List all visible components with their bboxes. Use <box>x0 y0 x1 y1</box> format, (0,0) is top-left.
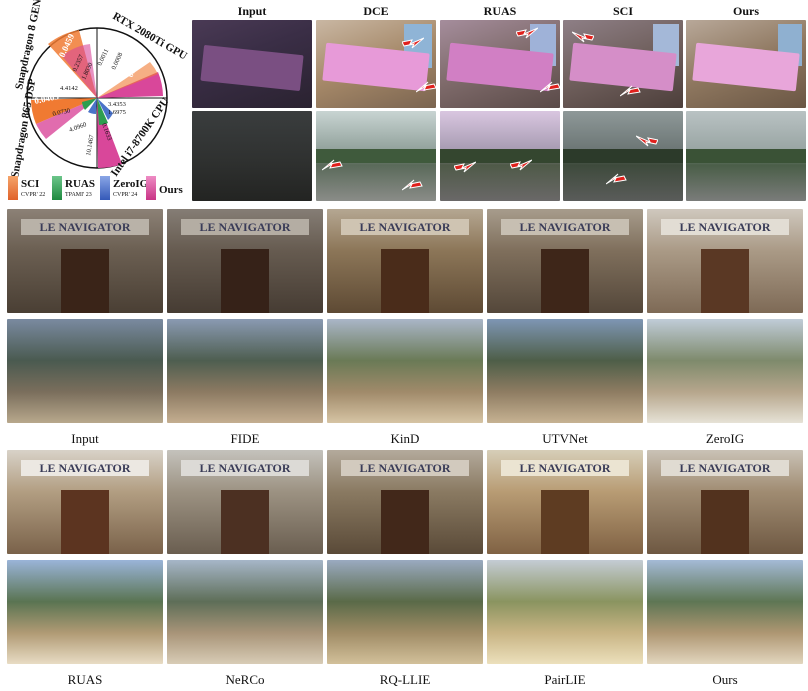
top-header-ruas: RUAS <box>483 4 517 18</box>
arrow-icon <box>510 159 532 171</box>
method-label-utvnet: UTVNet <box>542 431 588 446</box>
sign-text: LE NAVIGATOR <box>661 219 789 235</box>
arrow-icon <box>636 135 658 147</box>
storefront-fide-image: LE NAVIGATOR <box>167 209 323 313</box>
method-label-rqllie: RQ-LLIE <box>379 672 431 687</box>
method-label-nerco: NeRCo <box>225 672 265 687</box>
arrow-icon <box>606 173 627 185</box>
method-label-zeroig: ZeroIG <box>705 431 745 446</box>
storefront-pairllie-image: LE NAVIGATOR <box>487 450 643 554</box>
radial-speed-chart: 0.0459 0.2357 1.8030 0.0011 0.0008 0.000… <box>9 0 189 179</box>
legend-ruas-venue: TPAMI' 23 <box>65 192 92 198</box>
legend-sci-venue: CVPR' 22 <box>21 192 46 198</box>
method-label-ruas: RUAS <box>67 672 103 687</box>
street-sci-image <box>563 111 683 201</box>
storefront-ruas-image: LE NAVIGATOR <box>7 450 163 554</box>
dsp-value-3: 4.4142 <box>60 85 78 92</box>
storefront-zeroig-image: LE NAVIGATOR <box>647 209 803 313</box>
arrow-icon <box>620 85 641 97</box>
sign-text: LE NAVIGATOR <box>501 219 629 235</box>
legend-zeroig-swatch <box>100 176 110 200</box>
sign-text: LE NAVIGATOR <box>21 460 149 476</box>
arrow-icon <box>402 37 424 49</box>
method-label-ours: Ours <box>712 672 738 687</box>
method-label-fide: FIDE <box>230 431 260 446</box>
house-fide-image <box>167 319 323 423</box>
top-header-sci: SCI <box>612 4 633 18</box>
legend-sci-swatch <box>8 176 18 200</box>
method-label-kind: KinD <box>390 431 420 446</box>
sign-text: LE NAVIGATOR <box>341 219 469 235</box>
legend-zeroig-venue: CVPR' 24 <box>113 192 138 198</box>
storefront-ours-image: LE NAVIGATOR <box>647 450 803 554</box>
house-rqllie-image <box>327 560 483 664</box>
keyboard-input-image <box>192 20 312 108</box>
storefront-rqllie-image: LE NAVIGATOR <box>327 450 483 554</box>
legend-sci-name: SCI <box>21 178 40 190</box>
legend-ours-name: Ours <box>159 184 183 196</box>
house-ruas-image <box>7 560 163 664</box>
house-utvnet-image <box>487 319 643 423</box>
arrow-icon <box>454 161 476 173</box>
sign-text: LE NAVIGATOR <box>341 460 469 476</box>
top-header-ours: Ours <box>732 4 759 18</box>
storefront-kind-image: LE NAVIGATOR <box>327 209 483 313</box>
arrow-icon <box>322 159 343 171</box>
sign-text: LE NAVIGATOR <box>181 460 309 476</box>
keyboard-ruas-image <box>440 20 560 108</box>
keyboard-dce-image <box>316 20 436 108</box>
method-label-pairllie: PairLIE <box>544 672 586 687</box>
house-zeroig-image <box>647 319 803 423</box>
house-input-image <box>7 319 163 423</box>
arrow-icon <box>540 81 561 93</box>
storefront-input-image: LE NAVIGATOR <box>7 209 163 313</box>
storefront-utvnet-image: LE NAVIGATOR <box>487 209 643 313</box>
house-kind-image <box>327 319 483 423</box>
arrow-icon <box>416 81 437 93</box>
legend-ruas-swatch <box>52 176 62 200</box>
house-pairllie-image <box>487 560 643 664</box>
street-ruas-image <box>440 111 560 201</box>
cpu-value-1: 3.4353 <box>108 101 126 108</box>
house-ours-image <box>647 560 803 664</box>
legend-ours-swatch <box>146 176 156 200</box>
sign-text: LE NAVIGATOR <box>501 460 629 476</box>
sign-text: LE NAVIGATOR <box>661 460 789 476</box>
street-input-image <box>192 111 312 201</box>
legend-ruas-name: RUAS <box>65 178 95 190</box>
arrow-icon <box>572 31 594 43</box>
street-ours-image <box>686 111 806 201</box>
top-header-dce: DCE <box>363 4 389 18</box>
storefront-nerco-image: LE NAVIGATOR <box>167 450 323 554</box>
legend-zeroig-name: ZeroIG <box>113 178 149 190</box>
keyboard-ours-image <box>686 20 806 108</box>
house-nerco-image <box>167 560 323 664</box>
arrow-icon <box>516 27 538 39</box>
top-header-input: Input <box>237 4 267 18</box>
sign-text: LE NAVIGATOR <box>21 219 149 235</box>
method-label-input: Input <box>71 431 99 446</box>
sign-text: LE NAVIGATOR <box>181 219 309 235</box>
cpu-value-2: 1.6975 <box>108 109 126 116</box>
arrow-icon <box>402 179 423 191</box>
